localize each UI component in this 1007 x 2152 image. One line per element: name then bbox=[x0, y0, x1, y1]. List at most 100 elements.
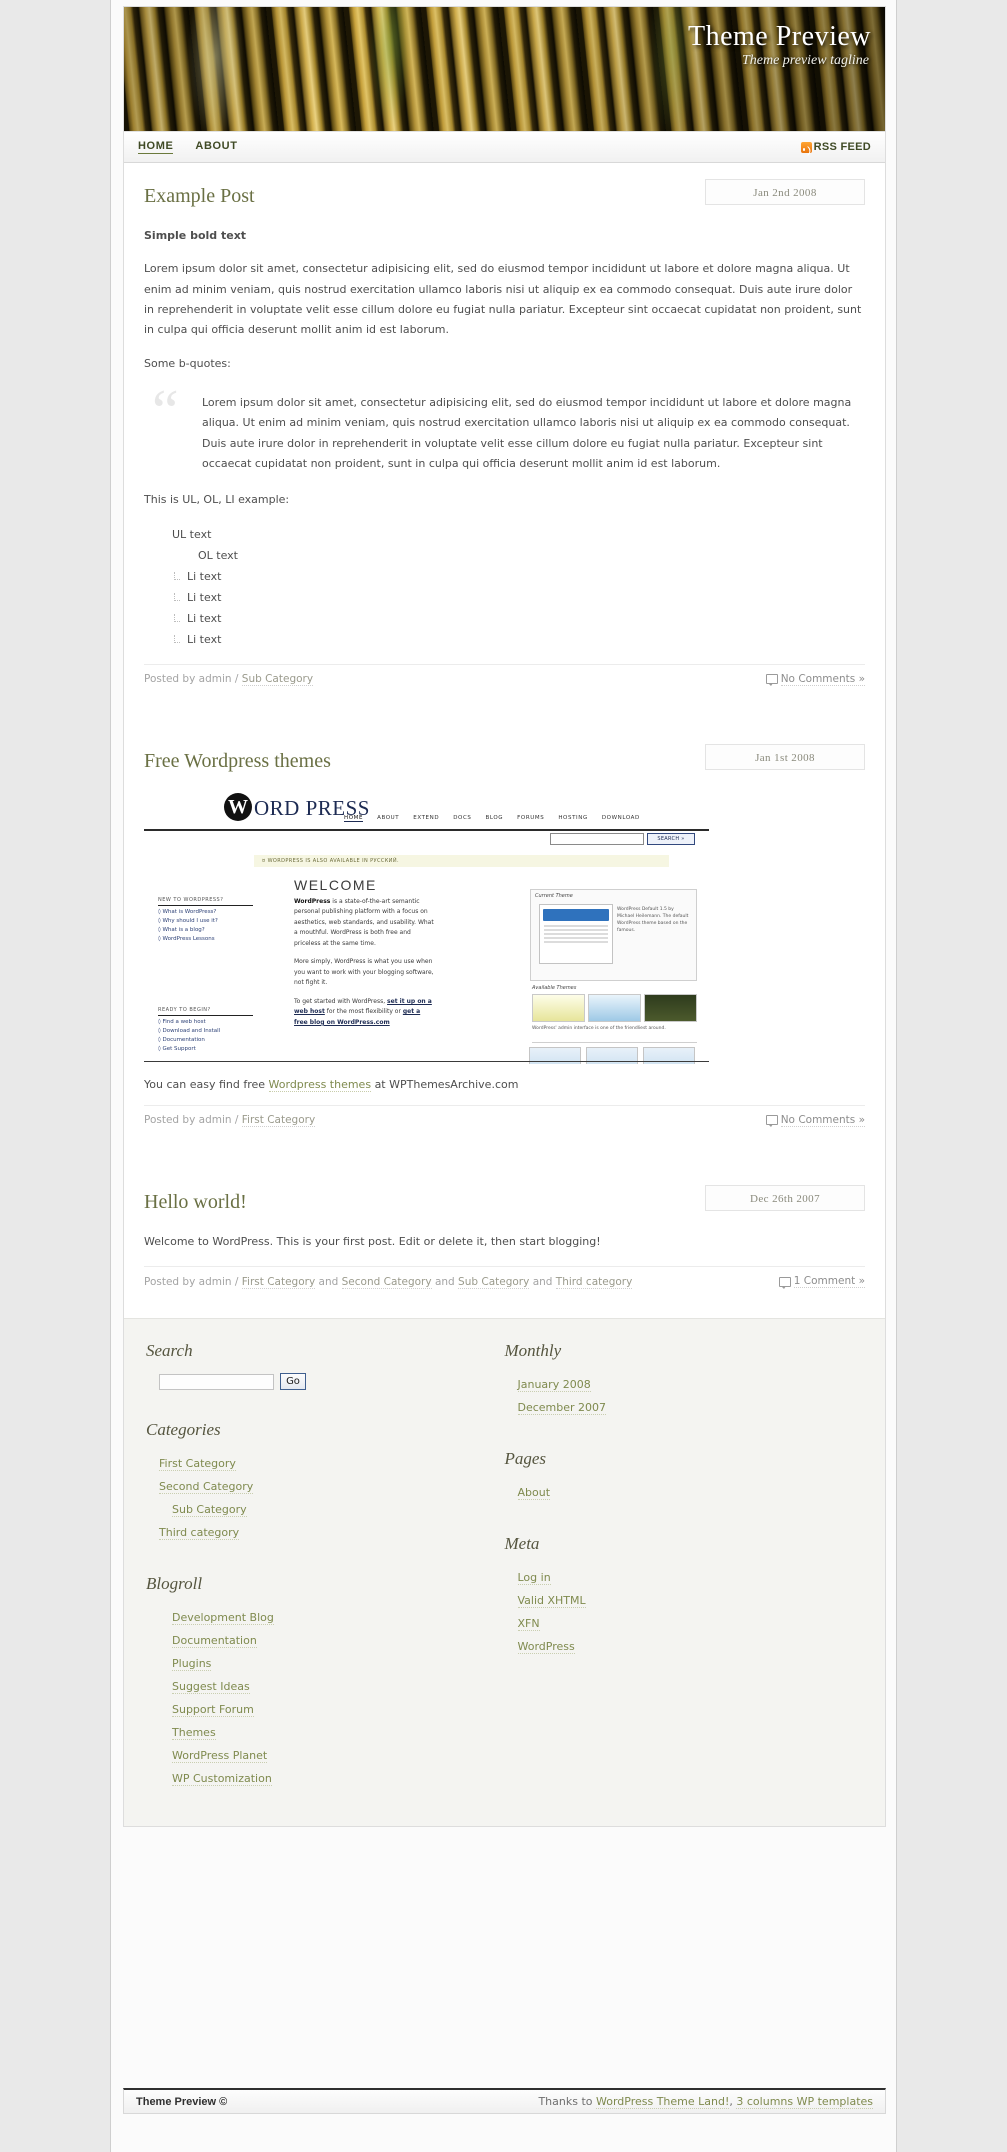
comments-label[interactable]: 1 Comment » bbox=[793, 1275, 865, 1289]
category-label: Sub Category bbox=[172, 1503, 247, 1518]
wp-body-2: More simply, WordPress is what you use w… bbox=[294, 958, 434, 987]
quote-intro: Some b-quotes: bbox=[144, 356, 231, 370]
search-go-button[interactable]: Go bbox=[280, 1373, 306, 1391]
rss-feed-label: RSS FEED bbox=[813, 141, 871, 153]
list-item-label: Li text bbox=[187, 569, 222, 583]
wp-panel-title: Current Theme bbox=[535, 892, 573, 899]
main-content: Example Post Jan 2nd 2008 Simple bold te… bbox=[124, 163, 885, 1292]
post-category-link[interactable]: Second Category bbox=[341, 1275, 432, 1289]
wordpress-screenshot-image: W ORD PRESS HOME ABOUT EXTEND DOCS BLOG … bbox=[144, 788, 709, 1064]
post-comments-link[interactable]: No Comments » bbox=[765, 1114, 865, 1128]
wp-nav-docs: DOCS bbox=[453, 814, 472, 821]
caption-before: You can easy find free bbox=[144, 1077, 266, 1091]
search-form: Go bbox=[146, 1373, 487, 1391]
sidebar-item-january-2008[interactable]: January 2008 bbox=[505, 1373, 846, 1396]
post-comments-link[interactable]: No Comments » bbox=[765, 673, 865, 687]
monthly-heading: Monthly bbox=[504, 1341, 562, 1361]
wp-left-link: ◊ Download and Install bbox=[158, 1027, 221, 1034]
page-frame: Theme Preview Theme preview tagline HOME… bbox=[110, 0, 897, 2152]
wp-swatch bbox=[532, 993, 585, 1022]
post-category-link[interactable]: First Category bbox=[241, 1275, 316, 1289]
post-meta: Posted by admin / Sub Category No Commen… bbox=[144, 663, 865, 687]
sidebar-item-december-2007[interactable]: December 2007 bbox=[505, 1396, 846, 1419]
sidebar-item-second-category[interactable]: Second Category bbox=[146, 1475, 487, 1498]
sidebar-item-valid-xhtml[interactable]: Valid XHTML bbox=[505, 1589, 846, 1612]
wp-search-button: SEARCH » bbox=[647, 832, 695, 845]
wp-current-theme-panel: Current Theme WordPress Default 1.5 by M… bbox=[530, 888, 697, 981]
meta-label: Valid XHTML bbox=[517, 1594, 586, 1609]
sidebar-item-about[interactable]: About bbox=[505, 1481, 846, 1504]
post-header: Example Post Jan 2nd 2008 bbox=[144, 179, 865, 208]
post-date: Jan 2nd 2008 bbox=[705, 179, 865, 205]
post-paragraph: Welcome to WordPress. This is your first… bbox=[144, 1234, 601, 1248]
post-paragraph: Lorem ipsum dolor sit amet, consectetur … bbox=[144, 262, 862, 337]
footer-separator: , bbox=[729, 2095, 733, 2108]
post-separator bbox=[144, 1131, 865, 1185]
post-meta: Posted by admin / First Category No Comm… bbox=[144, 1104, 865, 1128]
nav-item-home[interactable]: HOME bbox=[138, 140, 174, 154]
rss-feed-link[interactable]: RSS FEED bbox=[800, 141, 871, 153]
wp-subhead-ready: READY TO BEGIN? bbox=[158, 1007, 253, 1016]
site-title: Theme Preview bbox=[688, 21, 871, 52]
post-date: Dec 26th 2007 bbox=[705, 1184, 865, 1211]
sidebar-item-xfn[interactable]: XFN bbox=[505, 1612, 846, 1635]
footer-copyright: Theme Preview © bbox=[136, 2095, 228, 2108]
comment-icon bbox=[778, 1276, 791, 1289]
list-bullet-icon bbox=[174, 593, 180, 602]
sidebar-item-plugins[interactable]: Plugins bbox=[146, 1652, 487, 1675]
post-separator bbox=[144, 690, 865, 744]
post-category-link[interactable]: First Category bbox=[241, 1114, 316, 1128]
post-category-link[interactable]: Third category bbox=[555, 1275, 633, 1289]
sidebar-item-development-blog[interactable]: Development Blog bbox=[146, 1606, 487, 1629]
sidebar-item-wp-customization[interactable]: WP Customization bbox=[146, 1767, 487, 1790]
post-title[interactable]: Hello world! bbox=[144, 1185, 705, 1214]
post-title[interactable]: Example Post bbox=[144, 179, 705, 208]
comments-label[interactable]: No Comments » bbox=[780, 1114, 865, 1127]
wp-left-link: ◊ What is WordPress? bbox=[158, 908, 217, 915]
footer-link-wp-templates[interactable]: 3 columns WP templates bbox=[736, 2095, 873, 2109]
post-example-post: Example Post Jan 2nd 2008 Simple bold te… bbox=[144, 179, 865, 690]
sidebar-item-sub-category[interactable]: Sub Category bbox=[146, 1498, 487, 1521]
footer-credits: Thanks to WordPress Theme Land!, 3 colum… bbox=[538, 2095, 873, 2109]
nav-item-about[interactable]: ABOUT bbox=[195, 140, 237, 154]
sidebar-item-wordpress-planet[interactable]: WordPress Planet bbox=[146, 1744, 487, 1767]
search-heading: Search bbox=[146, 1341, 193, 1361]
sidebar-item-wordpress[interactable]: WordPress bbox=[505, 1635, 846, 1658]
list-intro: This is UL, OL, LI example: bbox=[144, 493, 290, 507]
wordpress-themes-link[interactable]: Wordpress themes bbox=[268, 1077, 372, 1092]
comments-label[interactable]: No Comments » bbox=[780, 673, 865, 686]
list-bullet-icon bbox=[174, 572, 180, 581]
nav-links: HOME ABOUT bbox=[138, 140, 238, 154]
wp-notice-bar: ¤ WORDPRESS IS ALSO AVAILABLE IN РУССКИЙ… bbox=[254, 854, 669, 867]
blogroll-label: Documentation bbox=[172, 1634, 257, 1649]
post-category-link[interactable]: Sub Category bbox=[241, 673, 314, 687]
sidebar-item-documentation[interactable]: Documentation bbox=[146, 1629, 487, 1652]
wp-body-bold: WordPress bbox=[294, 897, 331, 905]
rss-icon bbox=[800, 141, 812, 153]
sidebar-item-support-forum[interactable]: Support Forum bbox=[146, 1698, 487, 1721]
post-date: Jan 1st 2008 bbox=[705, 743, 865, 770]
wp-left-link: ◊ Find a web host bbox=[158, 1018, 206, 1025]
sidebar-item-themes[interactable]: Themes bbox=[146, 1721, 487, 1744]
sidebar-item-first-category[interactable]: First Category bbox=[146, 1452, 487, 1475]
post-comments-link[interactable]: 1 Comment » bbox=[778, 1275, 865, 1289]
sidebar-item-log-in[interactable]: Log in bbox=[505, 1566, 846, 1589]
post-title[interactable]: Free Wordpress themes bbox=[144, 744, 705, 773]
footer-link-theme-land[interactable]: WordPress Theme Land! bbox=[595, 2095, 730, 2109]
search-input[interactable] bbox=[159, 1373, 274, 1390]
ul-text: UL text bbox=[172, 527, 212, 541]
post-category-link[interactable]: Sub Category bbox=[458, 1275, 530, 1289]
wp-nav-download: DOWNLOAD bbox=[601, 814, 640, 821]
meta-label: XFN bbox=[517, 1617, 540, 1632]
sidebar-item-suggest-ideas[interactable]: Suggest Ideas bbox=[146, 1675, 487, 1698]
blogroll-label: Support Forum bbox=[172, 1703, 254, 1718]
category-joiner: and bbox=[532, 1275, 553, 1288]
categories-heading: Categories bbox=[146, 1420, 221, 1440]
blogroll-label: Suggest Ideas bbox=[172, 1680, 250, 1695]
wp-left-column: NEW TO WORDPRESS? ◊ What is WordPress? ◊… bbox=[158, 897, 253, 942]
wp-search-row: SEARCH » bbox=[550, 832, 695, 845]
category-label: First Category bbox=[159, 1457, 236, 1472]
comment-icon bbox=[765, 1115, 778, 1128]
sidebar-item-third-category[interactable]: Third category bbox=[146, 1521, 487, 1544]
meta-label: WordPress bbox=[517, 1640, 575, 1655]
